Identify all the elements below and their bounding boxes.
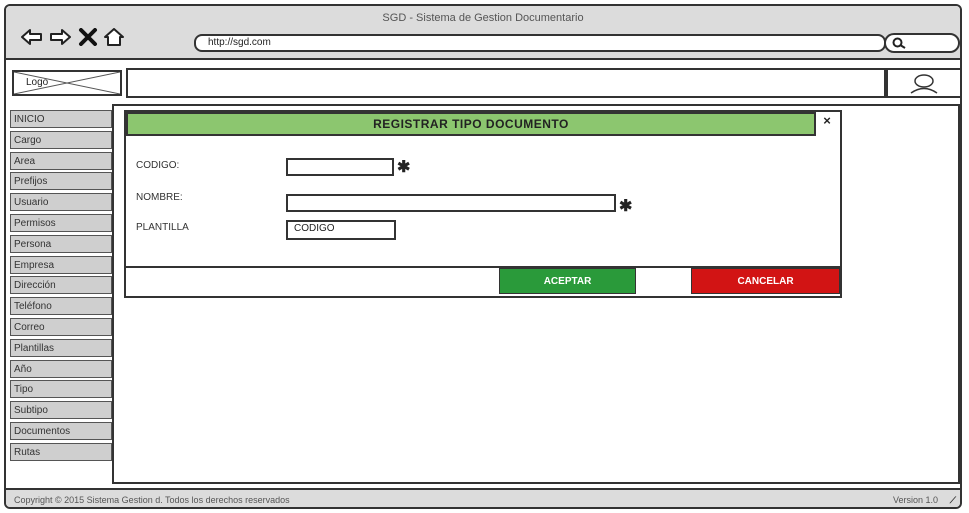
header-banner — [126, 68, 886, 98]
nombre-input[interactable] — [286, 194, 616, 212]
search-field[interactable] — [884, 33, 960, 53]
address-bar[interactable]: http://sgd.com — [194, 34, 886, 52]
nombre-required-mark: ✱ — [619, 198, 633, 215]
forward-arrow-icon[interactable] — [48, 26, 72, 48]
nombre-label: NOMBRE: — [136, 192, 183, 203]
footer-copyright: Copyright © 2015 Sistema Gestion d. Todo… — [14, 495, 290, 505]
close-x-icon[interactable] — [76, 26, 100, 48]
browser-titlebar: SGD - Sistema de Gestion Documentario ht… — [6, 6, 960, 60]
register-document-type-dialog: REGISTRAR TIPO DOCUMENTO × CODIGO: ✱ NOM… — [124, 110, 842, 298]
sidebar-item-tipo[interactable]: Tipo — [10, 380, 112, 399]
user-avatar[interactable] — [886, 68, 960, 98]
sidebar-item-prefijos[interactable]: Prefijos — [10, 172, 112, 191]
codigo-input[interactable] — [286, 158, 394, 176]
sidebar-item-cargo[interactable]: Cargo — [10, 130, 112, 149]
sidebar-item-inicio[interactable]: INICIO — [10, 110, 112, 128]
codigo-label: CODIGO: — [136, 160, 180, 171]
resize-grip-icon[interactable]: ⟋ — [950, 490, 956, 507]
logo-text: Logo — [26, 77, 49, 88]
sidebar-item-ano[interactable]: Año — [10, 359, 112, 378]
sidebar-item-documentos[interactable]: Documentos — [10, 421, 112, 440]
sidebar-menu: INICIO Cargo Area Prefijos Usuario Permi… — [10, 110, 112, 464]
sidebar-item-subtipo[interactable]: Subtipo — [10, 401, 112, 420]
sidebar-item-persona[interactable]: Persona — [10, 234, 112, 253]
codigo-required-mark: ✱ — [397, 159, 411, 176]
cancel-button[interactable]: CANCELAR — [691, 268, 840, 294]
sidebar-item-area[interactable]: Area — [10, 151, 112, 170]
logo-placeholder: Logo — [12, 70, 122, 96]
sidebar-item-permisos[interactable]: Permisos — [10, 213, 112, 232]
search-icon — [892, 37, 906, 49]
plantilla-select[interactable]: CODIGO — [286, 220, 396, 240]
sidebar-item-correo[interactable]: Correo — [10, 317, 112, 336]
sidebar-item-plantillas[interactable]: Plantillas — [10, 338, 112, 357]
dialog-close-icon[interactable]: × — [818, 112, 836, 134]
sidebar-item-rutas[interactable]: Rutas — [10, 442, 112, 461]
sidebar-item-telefono[interactable]: Teléfono — [10, 297, 112, 316]
app-header: Logo — [6, 60, 960, 104]
browser-window: SGD - Sistema de Gestion Documentario ht… — [4, 4, 962, 509]
back-arrow-icon[interactable] — [20, 26, 44, 48]
plantilla-label: PLANTILLA — [136, 222, 189, 233]
window-title: SGD - Sistema de Gestion Documentario — [382, 12, 584, 24]
sidebar-item-direccion[interactable]: Dirección — [10, 276, 112, 295]
sidebar-item-empresa[interactable]: Empresa — [10, 255, 112, 274]
home-icon[interactable] — [102, 26, 126, 48]
user-avatar-icon — [910, 74, 938, 94]
footer-version: Version 1.0 — [892, 495, 938, 505]
dialog-title: REGISTRAR TIPO DOCUMENTO — [126, 112, 816, 136]
sidebar-item-usuario[interactable]: Usuario — [10, 193, 112, 212]
accept-button[interactable]: ACEPTAR — [499, 268, 636, 294]
page-footer: Copyright © 2015 Sistema Gestion d. Todo… — [6, 488, 960, 507]
